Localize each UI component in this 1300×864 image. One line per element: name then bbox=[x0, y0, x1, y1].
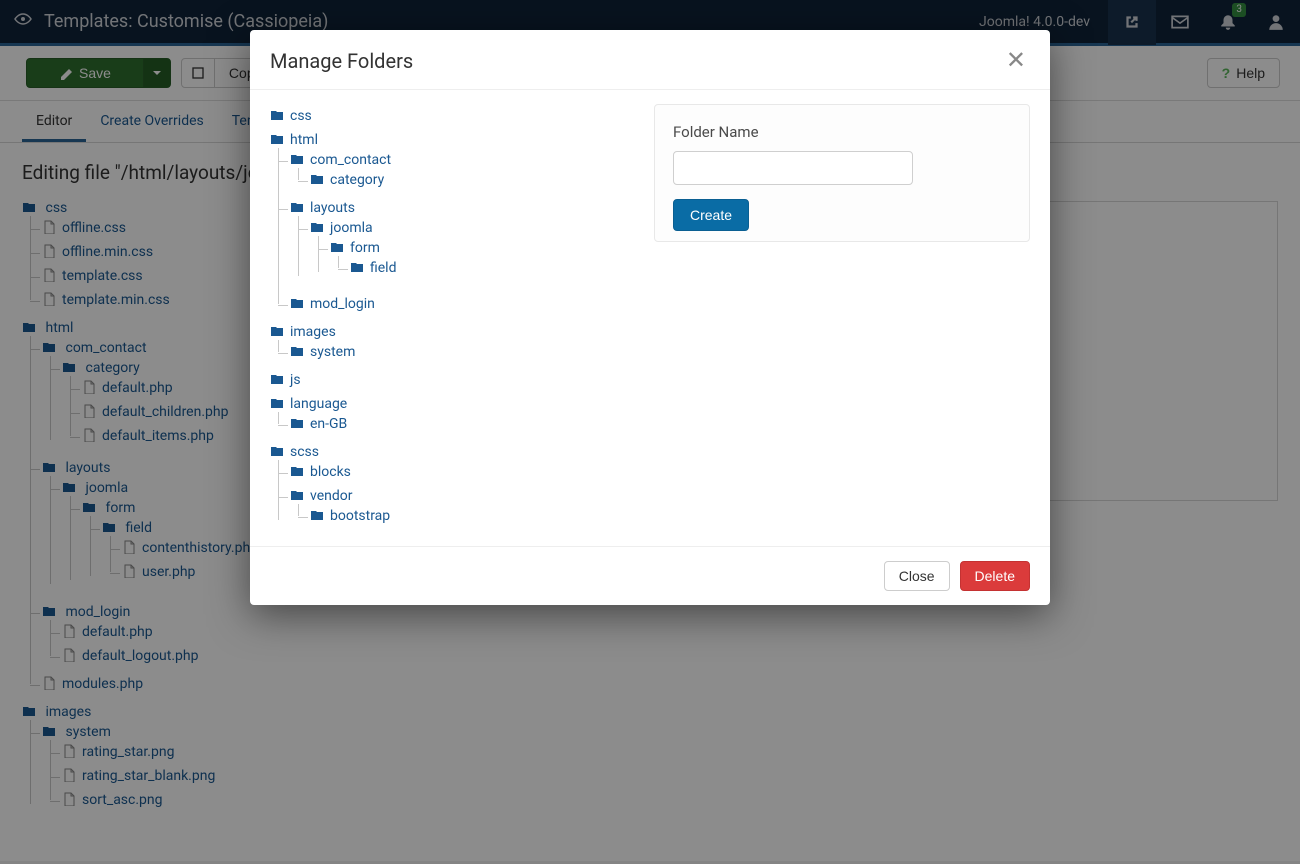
close-icon: ✕ bbox=[1006, 47, 1026, 74]
modal-folder-system[interactable]: system bbox=[290, 340, 654, 364]
folder-icon bbox=[270, 132, 284, 148]
tree-label: html bbox=[290, 132, 318, 148]
modal-folder-html[interactable]: html com_contact category layouts joomla… bbox=[270, 128, 654, 320]
folder-name-label: Folder Name bbox=[673, 123, 1011, 141]
tree-label: field bbox=[370, 260, 396, 276]
folder-icon bbox=[290, 416, 304, 432]
tree-label: form bbox=[350, 240, 380, 256]
modal-folder-en-gb[interactable]: en-GB bbox=[290, 412, 654, 436]
modal-folder-bootstrap[interactable]: bootstrap bbox=[310, 504, 654, 528]
tree-label: blocks bbox=[310, 464, 351, 480]
tree-label: scss bbox=[290, 444, 319, 460]
modal-title: Manage Folders bbox=[270, 49, 1002, 73]
modal-overlay: Manage Folders ✕ css html com_contact ca… bbox=[0, 0, 1300, 864]
close-button-label: Close bbox=[899, 568, 935, 584]
modal-footer: Close Delete bbox=[250, 546, 1050, 605]
folder-icon bbox=[270, 372, 284, 388]
modal-folder-layouts[interactable]: layouts joomla form field bbox=[290, 196, 654, 292]
tree-label: bootstrap bbox=[330, 508, 390, 524]
folder-icon bbox=[290, 296, 304, 312]
create-button-label: Create bbox=[690, 207, 732, 223]
tree-label: layouts bbox=[310, 200, 355, 216]
modal-delete-button[interactable]: Delete bbox=[960, 561, 1030, 591]
manage-folders-modal: Manage Folders ✕ css html com_contact ca… bbox=[250, 30, 1050, 605]
tree-label: en-GB bbox=[310, 416, 347, 432]
modal-close-button[interactable]: ✕ bbox=[1002, 46, 1030, 75]
modal-folder-css[interactable]: css bbox=[270, 104, 654, 128]
folder-icon bbox=[290, 152, 304, 168]
tree-label: images bbox=[290, 324, 336, 340]
modal-folder-js[interactable]: js bbox=[270, 368, 654, 392]
modal-folder-blocks[interactable]: blocks bbox=[290, 460, 654, 484]
folder-icon bbox=[290, 488, 304, 504]
modal-folder-category[interactable]: category bbox=[310, 168, 654, 192]
modal-folder-form[interactable]: form field bbox=[330, 236, 654, 284]
tree-label: mod_login bbox=[310, 296, 375, 312]
folder-icon bbox=[270, 324, 284, 340]
modal-folder-com-contact[interactable]: com_contact category bbox=[290, 148, 654, 196]
modal-folder-images[interactable]: images system bbox=[270, 320, 654, 368]
folder-icon bbox=[270, 396, 284, 412]
folder-icon bbox=[310, 508, 324, 524]
folder-name-input[interactable] bbox=[673, 151, 913, 185]
folder-icon bbox=[350, 260, 364, 276]
tree-label: joomla bbox=[330, 220, 373, 236]
folder-icon bbox=[290, 200, 304, 216]
tree-label: vendor bbox=[310, 488, 352, 504]
modal-header: Manage Folders ✕ bbox=[250, 30, 1050, 90]
tree-label: system bbox=[310, 344, 355, 360]
folder-icon bbox=[310, 172, 324, 188]
create-folder-panel: Folder Name Create bbox=[654, 104, 1030, 242]
modal-close-footer-button[interactable]: Close bbox=[884, 561, 950, 591]
modal-folder-joomla[interactable]: joomla form field bbox=[310, 216, 654, 288]
tree-label: com_contact bbox=[310, 152, 391, 168]
modal-folder-field[interactable]: field bbox=[350, 256, 654, 280]
folder-icon bbox=[290, 344, 304, 360]
modal-folder-scss[interactable]: scss blocks vendor bootstrap bbox=[270, 440, 654, 536]
tree-label: language bbox=[290, 396, 347, 412]
folder-icon bbox=[270, 444, 284, 460]
folder-icon bbox=[330, 240, 344, 256]
modal-folder-tree: css html com_contact category layouts jo… bbox=[270, 104, 654, 536]
tree-label: js bbox=[290, 372, 301, 388]
folder-icon bbox=[290, 464, 304, 480]
folder-icon bbox=[270, 108, 284, 124]
tree-label: category bbox=[330, 172, 384, 188]
modal-folder-mod-login[interactable]: mod_login bbox=[290, 292, 654, 316]
modal-folder-language[interactable]: language en-GB bbox=[270, 392, 654, 440]
folder-icon bbox=[310, 220, 324, 236]
tree-label: css bbox=[290, 108, 312, 124]
modal-folder-vendor[interactable]: vendor bootstrap bbox=[290, 484, 654, 532]
delete-button-label: Delete bbox=[975, 568, 1015, 584]
create-folder-button[interactable]: Create bbox=[673, 199, 749, 231]
